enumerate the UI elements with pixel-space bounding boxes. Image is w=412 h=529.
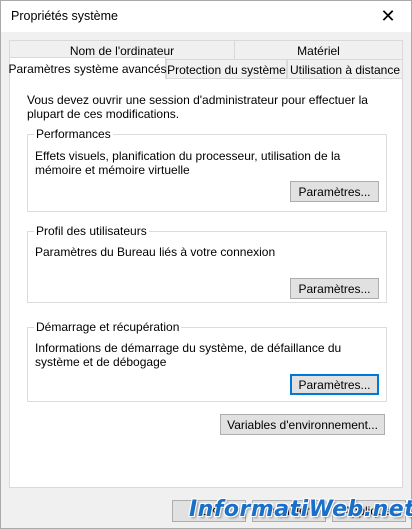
title-bar[interactable]: Propriétés système ✕ — [1, 1, 411, 32]
tab-hardware-label: Matériel — [297, 43, 340, 58]
admin-notice: Vous devez ouvrir une session d'administ… — [27, 93, 368, 121]
performance-legend: Performances — [34, 127, 113, 141]
ok-button[interactable]: OK — [172, 500, 246, 522]
apply-button[interactable]: Appliquer — [332, 500, 406, 522]
window-title: Propriétés système — [11, 9, 118, 23]
startup-recovery-group: Démarrage et récupération Informations d… — [27, 320, 387, 402]
tab-system-protection[interactable]: Protection du système — [166, 59, 287, 79]
cancel-button[interactable]: Annuler — [252, 500, 326, 522]
performance-settings-button[interactable]: Paramètres... — [290, 181, 379, 202]
tab-advanced-settings-label: Paramètres système avancés — [8, 61, 167, 76]
tab-remote[interactable]: Utilisation à distance — [287, 59, 403, 79]
tab-panel-advanced: Vous devez ouvrir une session d'administ… — [9, 78, 403, 488]
user-profiles-description: Paramètres du Bureau liés à votre connex… — [35, 245, 276, 259]
tab-remote-label: Utilisation à distance — [289, 62, 401, 77]
startup-recovery-settings-button[interactable]: Paramètres... — [290, 374, 379, 395]
tab-computer-name-label: Nom de l'ordinateur — [69, 43, 175, 58]
environment-variables-button[interactable]: Variables d'environnement... — [220, 414, 385, 435]
startup-recovery-legend: Démarrage et récupération — [34, 320, 182, 334]
tab-hardware[interactable]: Matériel — [234, 40, 403, 60]
tab-system-protection-label: Protection du système — [167, 62, 286, 77]
system-properties-window: Propriétés système ✕ Nom de l'ordinateur… — [0, 0, 412, 529]
user-profiles-settings-button[interactable]: Paramètres... — [290, 278, 379, 299]
close-icon[interactable]: ✕ — [365, 1, 411, 32]
performance-group: Performances Effets visuels, planificati… — [27, 127, 387, 212]
tab-advanced-settings[interactable]: Paramètres système avancés — [8, 57, 167, 79]
performance-description: Effets visuels, planification du process… — [35, 149, 341, 177]
user-profiles-group: Profil des utilisateurs Paramètres du Bu… — [27, 224, 387, 303]
user-profiles-legend: Profil des utilisateurs — [34, 224, 149, 238]
startup-recovery-description: Informations de démarrage du système, de… — [35, 341, 342, 369]
